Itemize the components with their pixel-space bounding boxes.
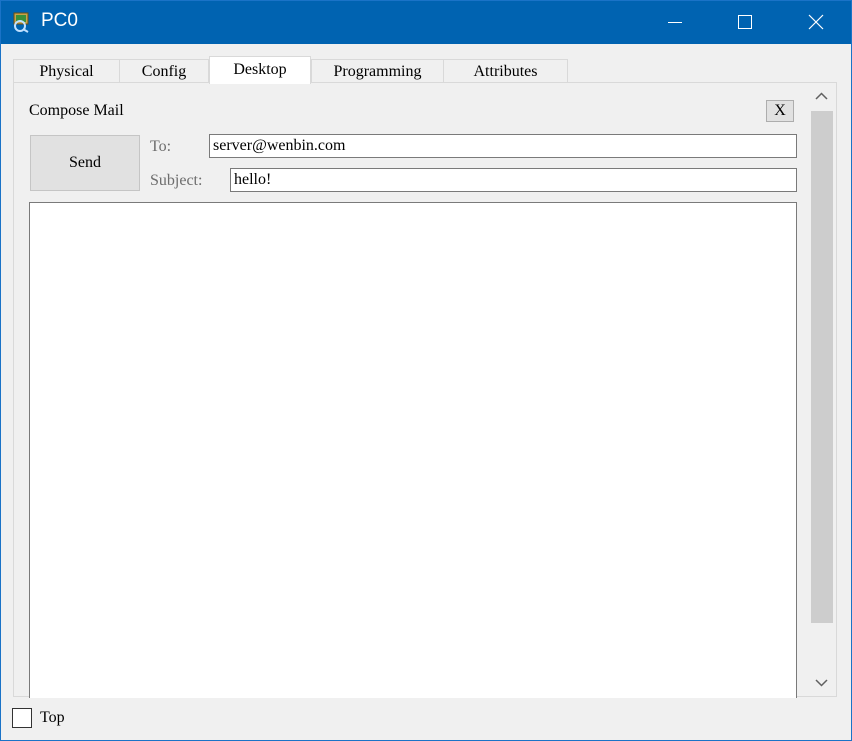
chevron-up-icon — [815, 92, 828, 100]
tab-config[interactable]: Config — [119, 59, 209, 83]
title-bar: PC0 — [0, 0, 852, 44]
pc-app-icon — [13, 12, 29, 33]
minimize-button[interactable] — [646, 0, 704, 44]
subject-label: Subject: — [150, 172, 203, 189]
compose-close-button[interactable]: X — [766, 100, 794, 122]
compose-mail-title: Compose Mail — [29, 102, 124, 119]
vertical-scrollbar[interactable] — [809, 83, 834, 696]
scroll-down-button[interactable] — [809, 669, 834, 696]
scroll-up-button[interactable] — [809, 83, 834, 110]
scroll-thumb[interactable] — [811, 111, 833, 623]
to-label: To: — [150, 138, 172, 155]
tab-programming[interactable]: Programming — [311, 59, 444, 83]
top-checkbox-label: Top — [40, 709, 65, 726]
tab-attributes[interactable]: Attributes — [443, 59, 568, 83]
top-checkbox[interactable] — [12, 708, 32, 728]
message-body-textarea[interactable] — [29, 202, 797, 698]
maximize-icon — [738, 15, 752, 29]
tab-desktop[interactable]: Desktop — [209, 56, 311, 84]
minimize-icon — [668, 22, 682, 23]
close-window-button[interactable] — [787, 0, 845, 44]
chevron-down-icon — [815, 679, 828, 687]
to-field[interactable]: server@wenbin.com — [209, 134, 797, 158]
send-button[interactable]: Send — [30, 135, 140, 191]
tab-physical[interactable]: Physical — [13, 59, 120, 83]
subject-field[interactable]: hello! — [230, 168, 797, 192]
close-icon — [808, 14, 824, 30]
window-title: PC0 — [41, 10, 78, 31]
maximize-button[interactable] — [716, 0, 774, 44]
footer-bar: Top — [0, 697, 852, 741]
desktop-tab-panel: Compose Mail X Send To: server@wenbin.co… — [13, 82, 837, 698]
